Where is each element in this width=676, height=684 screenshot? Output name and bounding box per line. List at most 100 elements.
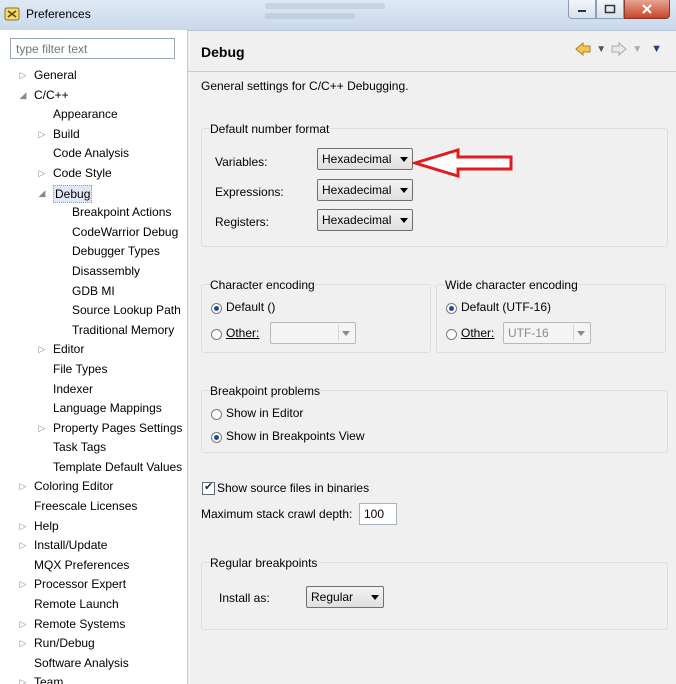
tree-item[interactable]: ▷ Remote Systems: [0, 615, 187, 635]
tree-item-label: MQX Preferences: [34, 557, 130, 572]
tree-item-label: Language Mappings: [53, 401, 162, 416]
tree-item[interactable]: ▷ Install/Update: [0, 536, 187, 556]
tree-item[interactable]: CodeWarrior Debug: [0, 223, 187, 243]
show-in-editor-radio[interactable]: [211, 409, 222, 420]
install-as-select[interactable]: Regular: [306, 586, 384, 608]
tree-item[interactable]: MQX Preferences: [0, 556, 187, 576]
window-title: Preferences: [26, 7, 91, 21]
tree-item[interactable]: ◢ C/C++: [0, 86, 187, 106]
tree-item[interactable]: ▷ Property Pages Settings: [0, 419, 187, 439]
other-wide-encoding-select[interactable]: UTF-16: [503, 322, 591, 344]
expanded-arrow-icon[interactable]: ◢: [18, 86, 28, 106]
collapsed-arrow-icon[interactable]: ▷: [37, 164, 47, 184]
close-icon: [642, 4, 652, 14]
chevron-down-icon: [400, 218, 408, 223]
tree-item[interactable]: Task Tags: [0, 438, 187, 458]
background-window-hint: [265, 0, 425, 28]
tree-item[interactable]: ▷ General: [0, 66, 187, 86]
tree-item[interactable]: Source Lookup Path: [0, 301, 187, 321]
collapsed-arrow-icon[interactable]: ▷: [18, 575, 28, 595]
expressions-format-select[interactable]: Hexadecimal: [317, 179, 413, 201]
collapsed-arrow-icon[interactable]: ▷: [18, 673, 28, 684]
registers-format-select[interactable]: Hexadecimal: [317, 209, 413, 231]
tree-item-label: Template Default Values: [53, 459, 183, 474]
preferences-tree: ▷ General ◢ C/C++ Appearance ▷ Build Code Analy…: [0, 66, 187, 684]
filter-input[interactable]: [10, 38, 175, 59]
regular-breakpoints-legend: Regular breakpoints: [210, 556, 318, 570]
chevron-down-icon: [400, 188, 408, 193]
tree-item-label: C/C++: [34, 87, 69, 102]
tree-item-label: Freescale Licenses: [34, 499, 138, 514]
stack-depth-input[interactable]: 100: [359, 503, 397, 525]
tree-item[interactable]: ▷ Build: [0, 125, 187, 145]
red-annotation-arrow-icon: [412, 148, 513, 178]
close-button[interactable]: [624, 0, 670, 19]
tree-item[interactable]: ▷ Code Style: [0, 164, 187, 184]
tree-item-label: GDB MI: [72, 283, 115, 298]
header-separator: [188, 71, 676, 72]
tree-item-label: Indexer: [53, 381, 94, 396]
collapsed-arrow-icon[interactable]: ▷: [37, 340, 47, 360]
wide-encoding-group: Wide character encoding Default (UTF-16)…: [436, 278, 666, 353]
tree-item-label: File Types: [53, 361, 108, 376]
tree-item-label: Debug: [53, 184, 93, 203]
collapsed-arrow-icon[interactable]: ▷: [18, 634, 28, 654]
tree-item[interactable]: Freescale Licenses: [0, 497, 187, 517]
show-source-files-checkbox[interactable]: [202, 480, 215, 495]
tree-item[interactable]: Disassembly: [0, 262, 187, 282]
tree-item[interactable]: ▷ Team: [0, 673, 187, 684]
default-encoding-radio[interactable]: [211, 303, 222, 314]
maximize-button[interactable]: [596, 0, 624, 19]
tree-item[interactable]: ◢ Debug: [0, 184, 187, 204]
debug-settings-page: Debug ▼ ▼ ▼ General settings for C/C++ D…: [188, 30, 676, 684]
tree-item[interactable]: Debugger Types: [0, 242, 187, 262]
tree-item[interactable]: Software Analysis: [0, 654, 187, 674]
tree-item[interactable]: GDB MI: [0, 282, 187, 302]
back-menu-chevron-icon[interactable]: ▼: [596, 44, 606, 55]
number-format-legend: Default number format: [210, 122, 330, 136]
tree-item[interactable]: Appearance: [0, 105, 187, 125]
collapsed-arrow-icon[interactable]: ▷: [18, 517, 28, 537]
regular-breakpoints-group: Regular breakpoints Install as: Regular: [201, 556, 668, 630]
tree-item[interactable]: ▷ Editor: [0, 340, 187, 360]
other-encoding-label: Other:: [226, 326, 260, 340]
expanded-arrow-icon[interactable]: ◢: [37, 184, 47, 204]
tree-item[interactable]: ▷ Processor Expert: [0, 575, 187, 595]
chevron-down-icon: [400, 157, 408, 162]
minimize-button[interactable]: [568, 0, 596, 19]
stack-depth-label: Maximum stack crawl depth:: [201, 507, 353, 521]
view-menu-icon[interactable]: ▼: [651, 43, 662, 55]
collapsed-arrow-icon[interactable]: ▷: [37, 419, 47, 439]
default-wide-encoding-radio[interactable]: [446, 303, 457, 314]
forward-menu-chevron-icon[interactable]: ▼: [632, 44, 642, 55]
expressions-label: Expressions:: [215, 185, 284, 199]
back-arrow-icon[interactable]: [575, 42, 591, 56]
other-wide-encoding-radio[interactable]: [446, 329, 457, 340]
forward-arrow-icon[interactable]: [611, 42, 627, 56]
collapsed-arrow-icon[interactable]: ▷: [37, 125, 47, 145]
collapsed-arrow-icon[interactable]: ▷: [18, 66, 28, 86]
tree-item[interactable]: Remote Launch: [0, 595, 187, 615]
other-encoding-radio[interactable]: [211, 329, 222, 340]
tree-item[interactable]: Template Default Values: [0, 458, 187, 478]
collapsed-arrow-icon[interactable]: ▷: [18, 536, 28, 556]
collapsed-arrow-icon[interactable]: ▷: [18, 477, 28, 497]
variables-format-value: Hexadecimal: [322, 152, 392, 166]
show-in-breakpoints-view-radio[interactable]: [211, 432, 222, 443]
tree-item[interactable]: ▷ Help: [0, 517, 187, 537]
tree-item-label: Appearance: [53, 107, 118, 122]
variables-format-select[interactable]: Hexadecimal: [317, 148, 413, 170]
tree-item[interactable]: Traditional Memory: [0, 321, 187, 341]
other-wide-encoding-label: Other:: [461, 326, 495, 340]
tree-item-label: Code Analysis: [53, 146, 130, 161]
tree-item[interactable]: Code Analysis: [0, 144, 187, 164]
tree-item[interactable]: Language Mappings: [0, 399, 187, 419]
tree-item[interactable]: Indexer: [0, 380, 187, 400]
tree-item[interactable]: ▷ Coloring Editor: [0, 477, 187, 497]
collapsed-arrow-icon[interactable]: ▷: [18, 615, 28, 635]
other-encoding-select[interactable]: [270, 322, 356, 344]
character-encoding-group: Character encoding Default () Other:: [201, 278, 431, 353]
tree-item[interactable]: ▷ Run/Debug: [0, 634, 187, 654]
tree-item[interactable]: File Types: [0, 360, 187, 380]
tree-item[interactable]: Breakpoint Actions: [0, 203, 187, 223]
